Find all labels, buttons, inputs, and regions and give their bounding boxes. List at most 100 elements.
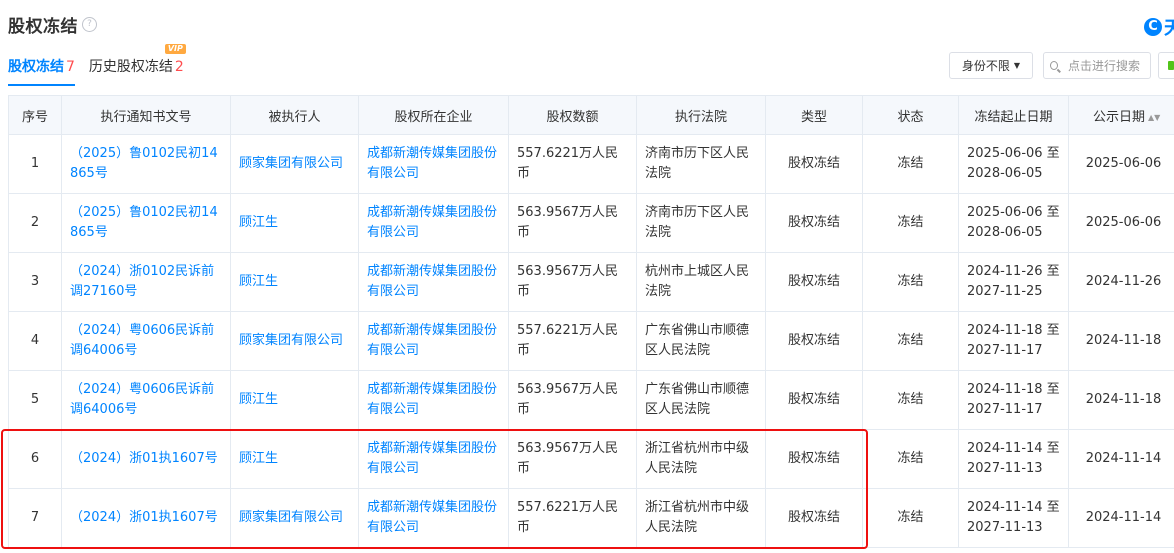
cell-amount: 563.9567万人民币 xyxy=(508,193,637,253)
tab-bar: 股权冻结 7 历史股权冻结 2 VIP xyxy=(8,44,198,86)
identity-filter-dropdown[interactable]: 身份不限 ▼ xyxy=(949,52,1033,79)
filter-label: 身份不限 xyxy=(961,59,1010,73)
cell-doc-number-link[interactable]: （2024）浙01执1607号 xyxy=(61,488,231,548)
page-title: 股权冻结 xyxy=(8,16,78,37)
cell-company-link[interactable]: 成都新潮传媒集团股份有限公司 xyxy=(358,370,509,430)
cell-no: 5 xyxy=(8,370,62,430)
cell-type: 股权冻结 xyxy=(765,134,863,194)
cell-type: 股权冻结 xyxy=(765,311,863,371)
cell-doc-number-link[interactable]: （2024）粤0606民诉前调64006号 xyxy=(61,311,231,371)
tab-history-equity-freeze[interactable]: 历史股权冻结 2 VIP xyxy=(89,44,186,86)
cell-type: 股权冻结 xyxy=(765,252,863,312)
cell-type: 股权冻结 xyxy=(765,488,863,548)
cell-amount: 563.9567万人民币 xyxy=(508,429,637,489)
cell-court: 杭州市上城区人民法院 xyxy=(636,252,766,312)
cell-company-link[interactable]: 成都新潮传媒集团股份有限公司 xyxy=(358,252,509,312)
cell-person-link[interactable]: 顾家集团有限公司 xyxy=(230,311,359,371)
col-header-type: 类型 xyxy=(765,95,863,135)
cell-court: 浙江省杭州市中级人民法院 xyxy=(636,429,766,489)
table-row: 3 （2024）浙0102民诉前调27160号 顾江生 成都新潮传媒集团股份有限… xyxy=(8,252,1174,312)
table-row: 7 （2024）浙01执1607号 顾家集团有限公司 成都新潮传媒集团股份有限公… xyxy=(8,488,1174,548)
col-header-label: 公示日期 xyxy=(1092,109,1145,125)
cell-publish-date: 2025-06-06 xyxy=(1068,134,1174,194)
cell-company-link[interactable]: 成都新潮传媒集团股份有限公司 xyxy=(358,134,509,194)
col-header-company: 股权所在企业 xyxy=(358,95,509,135)
cell-person-link[interactable]: 顾江生 xyxy=(230,252,359,312)
cell-publish-date: 2025-06-06 xyxy=(1068,193,1174,253)
brand-logo: C 天 xyxy=(1144,14,1174,40)
cell-person-link[interactable]: 顾江生 xyxy=(230,370,359,430)
cell-freeze-period: 2025-06-06 至 2028-06-05 xyxy=(958,134,1069,194)
search-input[interactable] xyxy=(1066,57,1150,74)
cell-amount: 563.9567万人民币 xyxy=(508,370,637,430)
cell-no: 3 xyxy=(8,252,62,312)
tab-equity-freeze[interactable]: 股权冻结 7 xyxy=(8,56,75,86)
caret-down-icon: ▼ xyxy=(1013,61,1021,70)
cell-person-link[interactable]: 顾家集团有限公司 xyxy=(230,488,359,548)
cell-company-link[interactable]: 成都新潮传媒集团股份有限公司 xyxy=(358,488,509,548)
col-header-amount: 股权数额 xyxy=(508,95,637,135)
sort-icon[interactable]: ▲▼ xyxy=(1148,113,1160,121)
logo-text: 天 xyxy=(1164,18,1174,39)
cell-person-link[interactable]: 顾家集团有限公司 xyxy=(230,134,359,194)
cell-company-link[interactable]: 成都新潮传媒集团股份有限公司 xyxy=(358,311,509,371)
cell-company-link[interactable]: 成都新潮传媒集团股份有限公司 xyxy=(358,193,509,253)
help-icon[interactable]: ? xyxy=(82,16,97,32)
cell-freeze-period: 2025-06-06 至 2028-06-05 xyxy=(958,193,1069,253)
col-header-status: 状态 xyxy=(862,95,959,135)
cell-no: 6 xyxy=(8,429,62,489)
col-header-publish-date[interactable]: 公示日期 ▲▼ xyxy=(1068,95,1174,135)
cell-amount: 557.6221万人民币 xyxy=(508,488,637,548)
tab-label: 股权冻结 xyxy=(8,59,64,75)
cell-doc-number-link[interactable]: （2025）鲁0102民初14865号 xyxy=(61,134,231,194)
col-header-doc-number: 执行通知书文号 xyxy=(61,95,231,135)
cell-company-link[interactable]: 成都新潮传媒集团股份有限公司 xyxy=(358,429,509,489)
cell-no: 7 xyxy=(8,488,62,548)
table-header-row: 序号 执行通知书文号 被执行人 股权所在企业 股权数额 执行法院 类型 状态 冻… xyxy=(8,95,1174,135)
page-header: 股权冻结 ? xyxy=(8,12,97,37)
tab-count: 2 xyxy=(174,59,184,75)
cell-freeze-period: 2024-11-18 至 2027-11-17 xyxy=(958,311,1069,371)
search-box[interactable] xyxy=(1043,52,1151,79)
table-row: 4 （2024）粤0606民诉前调64006号 顾家集团有限公司 成都新潮传媒集… xyxy=(8,311,1174,371)
equity-freeze-table: 序号 执行通知书文号 被执行人 股权所在企业 股权数额 执行法院 类型 状态 冻… xyxy=(8,95,1174,548)
cell-freeze-period: 2024-11-14 至 2027-11-13 xyxy=(958,429,1069,489)
cell-court: 广东省佛山市顺德区人民法院 xyxy=(636,370,766,430)
cell-doc-number-link[interactable]: （2024）浙01执1607号 xyxy=(61,429,231,489)
cell-amount: 557.6221万人民币 xyxy=(508,311,637,371)
export-button[interactable] xyxy=(1158,52,1174,79)
cell-court: 济南市历下区人民法院 xyxy=(636,193,766,253)
cell-amount: 557.6221万人民币 xyxy=(508,134,637,194)
cell-freeze-period: 2024-11-14 至 2027-11-13 xyxy=(958,488,1069,548)
cell-doc-number-link[interactable]: （2025）鲁0102民初14865号 xyxy=(61,193,231,253)
cell-type: 股权冻结 xyxy=(765,193,863,253)
cell-freeze-period: 2024-11-18 至 2027-11-17 xyxy=(958,370,1069,430)
cell-type: 股权冻结 xyxy=(765,429,863,489)
cell-court: 浙江省杭州市中级人民法院 xyxy=(636,488,766,548)
cell-amount: 563.9567万人民币 xyxy=(508,252,637,312)
cell-status: 冻结 xyxy=(862,311,959,371)
col-header-freeze-period: 冻结起止日期 xyxy=(958,95,1069,135)
cell-doc-number-link[interactable]: （2024）浙0102民诉前调27160号 xyxy=(61,252,231,312)
cell-status: 冻结 xyxy=(862,252,959,312)
cell-person-link[interactable]: 顾江生 xyxy=(230,193,359,253)
cell-status: 冻结 xyxy=(862,134,959,194)
col-header-no: 序号 xyxy=(8,95,62,135)
cell-publish-date: 2024-11-14 xyxy=(1068,429,1174,489)
col-header-court: 执行法院 xyxy=(636,95,766,135)
tab-count: 7 xyxy=(66,59,75,75)
excel-icon xyxy=(1168,61,1174,70)
vip-badge: VIP xyxy=(164,44,186,54)
search-icon xyxy=(1050,61,1058,70)
cell-no: 2 xyxy=(8,193,62,253)
cell-publish-date: 2024-11-18 xyxy=(1068,311,1174,371)
table-row: 6 （2024）浙01执1607号 顾江生 成都新潮传媒集团股份有限公司 563… xyxy=(8,429,1174,489)
table-row: 1 （2025）鲁0102民初14865号 顾家集团有限公司 成都新潮传媒集团股… xyxy=(8,134,1174,194)
cell-status: 冻结 xyxy=(862,193,959,253)
table-row: 2 （2025）鲁0102民初14865号 顾江生 成都新潮传媒集团股份有限公司… xyxy=(8,193,1174,253)
col-header-person: 被执行人 xyxy=(230,95,359,135)
cell-doc-number-link[interactable]: （2024）粤0606民诉前调64006号 xyxy=(61,370,231,430)
cell-freeze-period: 2024-11-26 至 2027-11-25 xyxy=(958,252,1069,312)
logo-icon: C xyxy=(1144,18,1162,36)
cell-person-link[interactable]: 顾江生 xyxy=(230,429,359,489)
